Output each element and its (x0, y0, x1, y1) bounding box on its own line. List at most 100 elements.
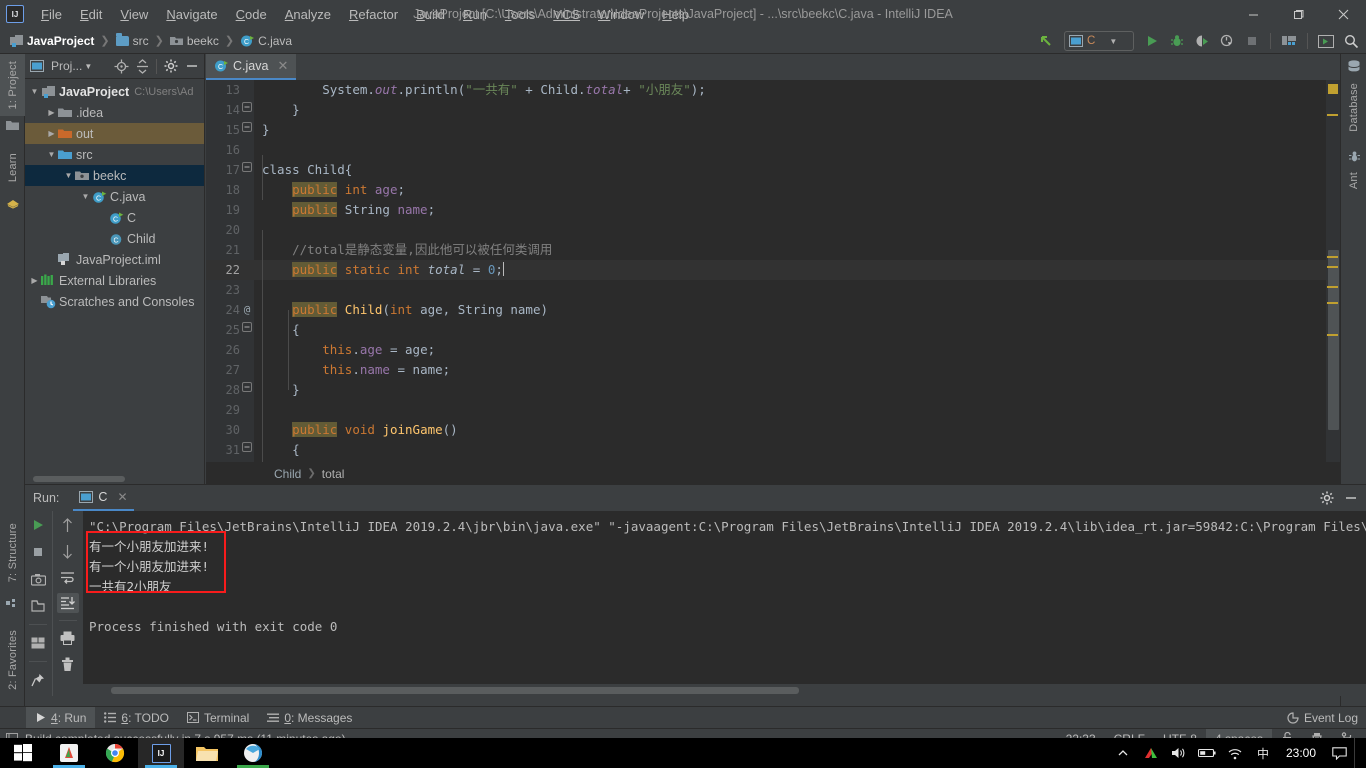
tree-node-out[interactable]: ▶ out (25, 123, 204, 144)
line-number[interactable]: 26 (206, 340, 240, 360)
menu-item-run[interactable]: Run (454, 3, 496, 26)
collapse-all-icon[interactable] (132, 56, 152, 76)
hide-icon[interactable] (1340, 488, 1362, 508)
run-tab-c[interactable]: C ✕ (73, 485, 134, 511)
notification-icon[interactable] (1326, 738, 1352, 768)
locate-icon[interactable] (111, 56, 131, 76)
up-arrow-icon[interactable] (57, 515, 79, 535)
bottom-stripe-todo[interactable]: 6: TODO (95, 707, 178, 729)
search-everywhere-icon[interactable] (1340, 30, 1362, 52)
stripe-button-database[interactable]: Database (1341, 76, 1366, 138)
tree-node-javaproject-iml[interactable]: JavaProject.iml (25, 249, 204, 270)
rerun-icon[interactable] (27, 515, 49, 535)
taskbar-app-intellij[interactable]: IJ (138, 738, 184, 768)
taskbar-app-file-explorer[interactable] (184, 738, 230, 768)
menu-item-build[interactable]: Build (407, 3, 454, 26)
project-structure-icon[interactable] (1278, 30, 1300, 52)
line-number[interactable]: 27 (206, 360, 240, 380)
show-hidden-icons-icon[interactable] (1110, 738, 1136, 768)
fold-marker-icon[interactable] (240, 320, 254, 340)
debug-icon[interactable] (1166, 30, 1188, 52)
line-number[interactable]: 20 (206, 220, 240, 240)
dump-threads-icon[interactable] (27, 569, 49, 589)
taskbar-app-browser[interactable] (230, 738, 276, 768)
tree-node-scratches-and-consoles[interactable]: Scratches and Consoles (25, 291, 204, 312)
line-number[interactable]: 24 (206, 300, 240, 320)
code-text[interactable]: 13 System.out.println("一共有" + Child.tota… (206, 80, 1340, 462)
breadcrumb-class[interactable]: Child (274, 467, 301, 481)
editor-overview-stripe[interactable] (1326, 80, 1340, 462)
line-number[interactable]: 14 (206, 100, 240, 120)
breadcrumb-field[interactable]: total (322, 467, 345, 481)
chevron-down-icon[interactable]: ▼ (46, 150, 57, 159)
line-number[interactable]: 25 (206, 320, 240, 340)
print-icon[interactable] (57, 628, 79, 648)
chevron-down-icon[interactable]: ▼ (63, 171, 74, 180)
taskbar-app-pdf-reader[interactable] (46, 738, 92, 768)
tree-node-src[interactable]: ▼ src (25, 144, 204, 165)
tree-node-external-libraries[interactable]: ▶ External Libraries (25, 270, 204, 291)
taskbar-app-chrome[interactable] (92, 738, 138, 768)
event-log-button[interactable]: Event Log (1287, 711, 1358, 725)
close-icon[interactable]: ✕ (277, 58, 288, 74)
line-number[interactable]: 16 (206, 140, 240, 160)
coverage-icon[interactable] (1191, 30, 1213, 52)
menu-item-refactor[interactable]: Refactor (340, 3, 407, 26)
fold-marker-icon[interactable] (240, 100, 254, 120)
tree-node-idea[interactable]: ▶ .idea (25, 102, 204, 123)
breadcrumb-beekc[interactable]: beekc (166, 32, 223, 50)
soft-wrap-icon[interactable] (57, 567, 79, 587)
breadcrumb-cjava[interactable]: C C.java (236, 32, 296, 50)
battery-icon[interactable] (1194, 738, 1220, 768)
menu-item-help[interactable]: Help (653, 3, 698, 26)
stop-icon[interactable] (1241, 30, 1263, 52)
menu-item-vcs[interactable]: VCS (544, 3, 589, 26)
line-number[interactable]: 17 (206, 160, 240, 180)
overview-thumb[interactable] (1328, 250, 1339, 430)
tree-node-child[interactable]: C Child (25, 228, 204, 249)
chevron-down-icon[interactable]: ▼ (29, 87, 40, 96)
start-button[interactable] (0, 738, 46, 768)
bottom-stripe-messages[interactable]: 0: Messages (258, 707, 361, 729)
line-number[interactable]: 23 (206, 280, 240, 300)
stop-icon[interactable] (27, 542, 49, 562)
line-number[interactable]: 21 (206, 240, 240, 260)
menu-item-analyze[interactable]: Analyze (276, 3, 340, 26)
chevron-right-icon[interactable]: ▶ (29, 276, 40, 285)
console-output[interactable]: "C:\Program Files\JetBrains\IntelliJ IDE… (83, 511, 1366, 684)
show-desktop-button[interactable] (1354, 738, 1362, 768)
console-horizontal-scrollbar[interactable] (111, 687, 799, 694)
stripe-button-ant[interactable]: Ant (1341, 166, 1366, 196)
line-number[interactable]: 30 (206, 420, 240, 440)
close-icon[interactable]: ✕ (117, 490, 127, 504)
menu-item-window[interactable]: Window (589, 3, 653, 26)
chevron-down-icon[interactable]: ▼ (80, 192, 91, 201)
line-number[interactable]: 19 (206, 200, 240, 220)
chevron-right-icon[interactable]: ▶ (46, 108, 57, 117)
breadcrumb-project[interactable]: JavaProject (6, 32, 98, 50)
menu-item-edit[interactable]: Edit (71, 3, 111, 26)
line-number[interactable]: 15 (206, 120, 240, 140)
down-arrow-icon[interactable] (57, 541, 79, 561)
menu-item-navigate[interactable]: Navigate (157, 3, 226, 26)
menu-item-code[interactable]: Code (227, 3, 276, 26)
run-configuration-selector[interactable]: C ▼ (1064, 31, 1134, 51)
restore-layout-icon[interactable] (27, 596, 49, 616)
code-viewport[interactable]: 13 System.out.println("一共有" + Child.tota… (206, 80, 1340, 462)
hide-icon[interactable] (182, 56, 202, 76)
wifi-icon[interactable] (1222, 738, 1248, 768)
run-icon[interactable] (1141, 30, 1163, 52)
update-icon[interactable] (1315, 30, 1337, 52)
line-number[interactable]: 13 (206, 80, 240, 100)
project-horizontal-scrollbar[interactable] (33, 476, 125, 482)
settings-icon[interactable] (161, 56, 181, 76)
chevron-down-icon[interactable]: ▼ (84, 62, 92, 71)
line-number[interactable]: 31 (206, 440, 240, 460)
fold-marker-icon[interactable] (240, 120, 254, 140)
line-number[interactable]: 18 (206, 180, 240, 200)
maximize-button[interactable] (1276, 0, 1321, 28)
fold-marker-icon[interactable] (240, 380, 254, 400)
ime-indicator[interactable]: 中 (1250, 738, 1276, 768)
minimize-button[interactable] (1231, 0, 1276, 28)
fold-marker-icon[interactable] (240, 160, 254, 180)
